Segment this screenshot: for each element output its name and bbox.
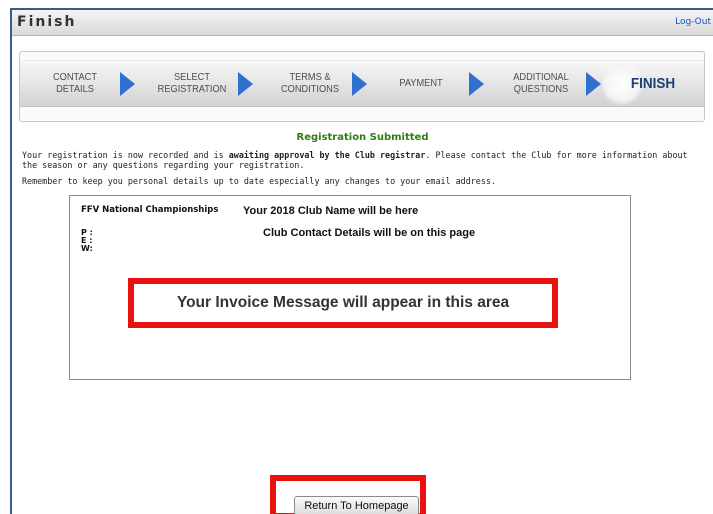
step-label-line2: Conditions bbox=[280, 83, 339, 95]
step-label-line1: Payment bbox=[399, 77, 443, 89]
step-label-line1: Select bbox=[174, 71, 210, 83]
invoice-message: Your Invoice Message will appear in this… bbox=[176, 294, 510, 311]
step-payment: Payment bbox=[381, 77, 460, 89]
step-arrow-icon bbox=[586, 72, 601, 96]
reminder-message: Remember to keep you personal details up… bbox=[22, 176, 496, 186]
step-finish-current: Finish bbox=[613, 75, 694, 92]
club-name: Your 2018 Club Name will be here bbox=[243, 205, 419, 217]
page-title: Finish bbox=[17, 14, 77, 30]
page-frame: Finish Log-Out Contact Details Select Re… bbox=[10, 8, 713, 514]
step-arrow-icon bbox=[352, 72, 367, 96]
return-homepage-button[interactable]: Return To Homepage bbox=[294, 496, 419, 514]
registration-steps: Contact Details Select Registration Term… bbox=[19, 51, 705, 122]
step-label-line1: Additional bbox=[513, 71, 569, 83]
step-select-registration: Select Registration bbox=[152, 71, 231, 95]
step-label-line1: Terms & bbox=[289, 71, 331, 83]
title-bar: Finish Log-Out bbox=[12, 10, 713, 36]
step-label-line1: Finish bbox=[630, 75, 676, 92]
approval-text: Your registration is now recorded and is bbox=[22, 150, 229, 160]
approval-message: Your registration is now recorded and is… bbox=[22, 150, 702, 170]
step-contact-details: Contact Details bbox=[35, 71, 114, 95]
approval-emphasis: awaiting approval by the Club registrar bbox=[228, 150, 426, 160]
step-label-line2: Registration bbox=[157, 83, 227, 95]
step-additional-questions: Additional Questions bbox=[501, 71, 580, 95]
contact-labels: P : E : W: bbox=[81, 229, 93, 253]
step-arrow-icon bbox=[238, 72, 253, 96]
step-arrow-icon bbox=[120, 72, 135, 96]
logout-link[interactable]: Log-Out bbox=[675, 17, 711, 27]
web-label: W: bbox=[81, 244, 93, 253]
step-label-line1: Contact bbox=[53, 71, 97, 83]
step-terms-conditions: Terms & Conditions bbox=[270, 71, 349, 95]
step-arrow-icon bbox=[469, 72, 484, 96]
steps-track: Contact Details Select Registration Term… bbox=[20, 60, 704, 107]
club-contact-note: Club Contact Details will be on this pag… bbox=[263, 227, 476, 239]
invoice-preview: FFV National Championships Your 2018 Clu… bbox=[69, 195, 631, 380]
club-label: FFV National Championships bbox=[81, 205, 219, 215]
step-label-line2: Details bbox=[56, 83, 94, 95]
invoice-message-highlight: Your Invoice Message will appear in this… bbox=[128, 278, 558, 328]
step-label-line2: Questions bbox=[513, 83, 569, 95]
registration-status-heading: Registration Submitted bbox=[296, 132, 429, 143]
